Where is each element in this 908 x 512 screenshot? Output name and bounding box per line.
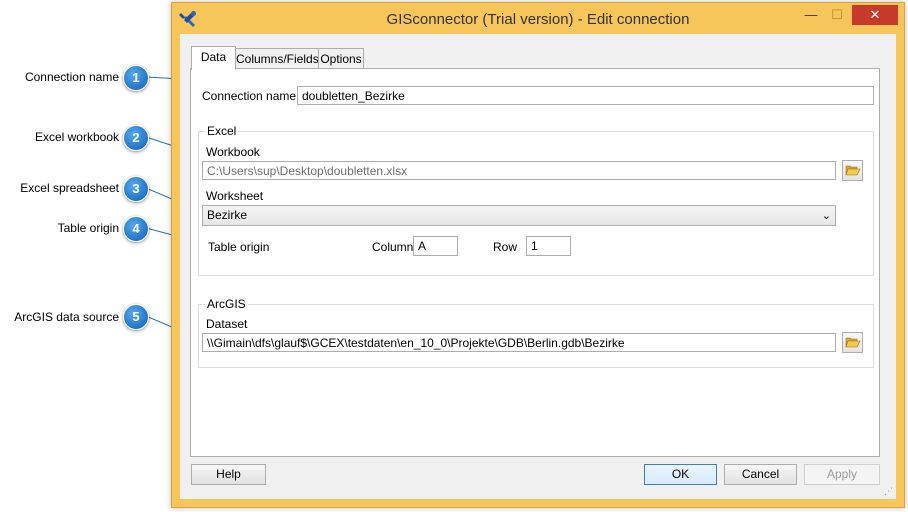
callout-badge-5: 5 (123, 304, 149, 330)
dataset-path-field[interactable]: \\Gimain\dfs\glauf$\GCEX\testdaten\en_10… (202, 333, 836, 352)
workbook-label: Workbook (206, 145, 260, 159)
callout-label-arcgis-data-source: ArcGIS data source (14, 310, 119, 324)
window-title: GISconnector (Trial version) - Edit conn… (386, 11, 690, 28)
folder-open-icon (845, 337, 861, 348)
folder-open-icon (845, 165, 861, 176)
column-label: Column (372, 240, 414, 254)
callout-label-excel-workbook: Excel workbook (34, 130, 119, 144)
connection-name-input[interactable]: doubletten_Bezirke (297, 86, 874, 105)
dialog-client-area: Data Columns/Fields Options Connection n… (180, 34, 896, 499)
minimize-button[interactable]: — (798, 5, 824, 25)
column-input[interactable]: A (413, 236, 458, 256)
ok-button[interactable]: OK (644, 464, 717, 485)
worksheet-select[interactable]: Bezirke ⌄ (202, 205, 836, 226)
callout-badge-3: 3 (123, 176, 149, 202)
edit-connection-dialog: GISconnector (Trial version) - Edit conn… (171, 2, 905, 508)
title-bar[interactable]: GISconnector (Trial version) - Edit conn… (172, 3, 904, 35)
arcgis-group-title: ArcGIS (205, 297, 248, 311)
dataset-label: Dataset (206, 317, 248, 331)
row-label: Row (493, 240, 518, 254)
tab-options[interactable]: Options (318, 48, 364, 69)
callout-badge-2: 2 (123, 125, 149, 151)
chevron-down-icon: ⌄ (821, 210, 831, 222)
callout-badge-4: 4 (123, 216, 149, 242)
help-button[interactable]: Help (191, 464, 266, 485)
callout-label-connection-name: Connection name (24, 70, 119, 84)
callout-label-excel-spreadsheet: Excel spreadsheet (20, 181, 119, 195)
workbook-path-field[interactable]: C:\Users\sup\Desktop\doubletten.xlsx (202, 161, 836, 180)
worksheet-label: Worksheet (206, 189, 264, 203)
data-tab-panel: Connection name doubletten_Bezirke Excel… (190, 68, 880, 457)
tab-columns-fields[interactable]: Columns/Fields (235, 48, 319, 69)
callout-label-table-origin: Table origin (57, 221, 119, 235)
workbook-browse-button[interactable] (842, 160, 863, 181)
apply-button[interactable]: Apply (804, 464, 880, 485)
row-input[interactable]: 1 (526, 236, 571, 256)
callout-badge-1: 1 (123, 65, 149, 91)
cancel-button[interactable]: Cancel (724, 464, 797, 485)
worksheet-selected-value: Bezirke (207, 208, 248, 222)
close-button[interactable]: ✕ (852, 5, 898, 25)
maximize-button[interactable]: ☐ (824, 5, 850, 25)
tab-data[interactable]: Data (191, 46, 236, 70)
table-origin-label: Table origin (208, 240, 270, 254)
excel-group-title: Excel (205, 124, 239, 138)
dataset-browse-button[interactable] (842, 332, 863, 353)
resize-grip[interactable]: ⋰ (884, 486, 893, 497)
connection-name-label: Connection name (202, 89, 297, 103)
